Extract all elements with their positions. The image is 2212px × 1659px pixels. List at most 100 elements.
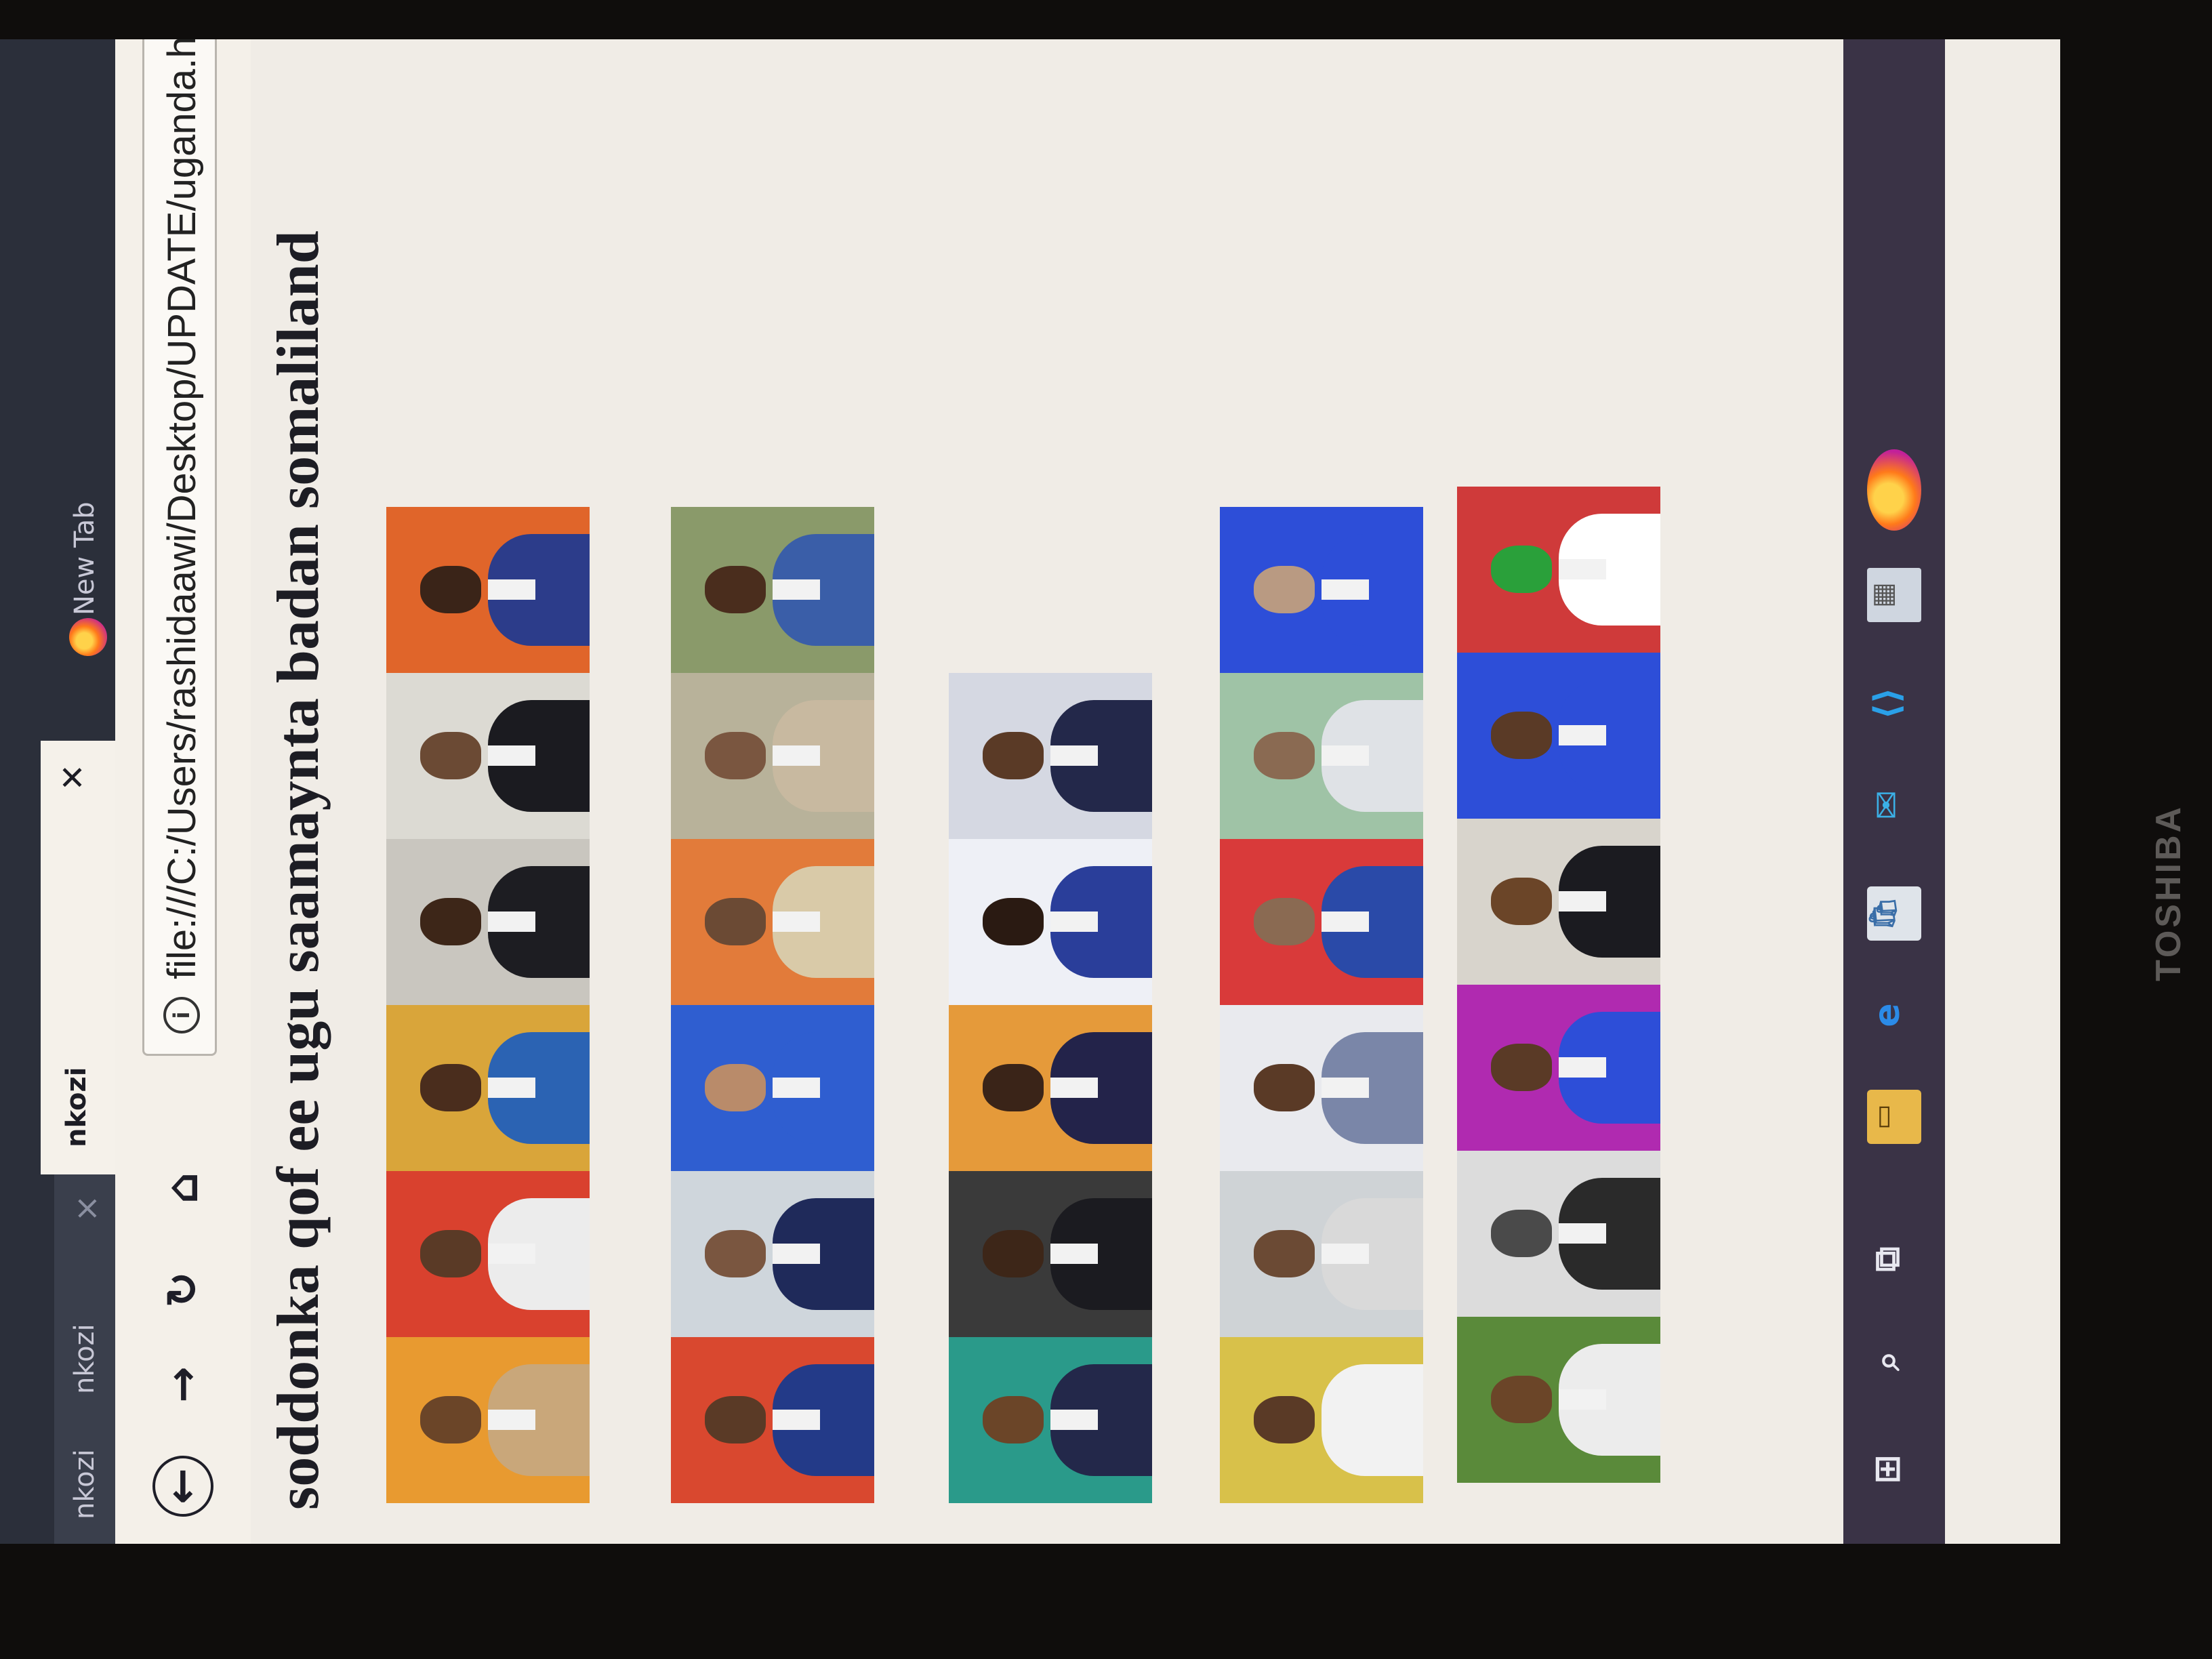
windows-start-icon[interactable]: ⊞ [1867, 1442, 1921, 1496]
portrait-head [420, 1396, 481, 1443]
portrait-photo [949, 1171, 1152, 1337]
portrait-shirt [1050, 745, 1098, 766]
firefox-icon[interactable] [1867, 449, 1921, 531]
portrait-photo [949, 839, 1152, 1005]
portrait-shirt [773, 1410, 820, 1430]
portrait-shirt [488, 1244, 535, 1264]
portrait-photo [386, 1337, 590, 1503]
photo-row [1457, 487, 1660, 1483]
vscode-icon[interactable]: ⟨⟩ [1867, 676, 1921, 731]
portrait-photo [386, 839, 590, 1005]
portrait-shirt [773, 1078, 820, 1098]
search-icon[interactable]: ⌕ [1867, 1334, 1921, 1388]
task-view-icon[interactable]: ⧉ [1867, 1232, 1921, 1286]
portrait-photo [671, 1171, 874, 1337]
url-text: file:///C:/Users/rashidaawi/Desktop/UPDA… [160, 39, 204, 979]
tab-label: New Tab [69, 501, 100, 615]
photo-row [671, 507, 874, 1503]
portrait-shirt [1322, 912, 1369, 932]
portrait-head [1491, 878, 1552, 925]
portrait-shirt [1559, 1057, 1606, 1078]
tab-nkozi-active[interactable]: nkozi ✕ [41, 741, 122, 1174]
portrait-photo [671, 507, 874, 673]
close-icon[interactable]: ✕ [54, 764, 92, 791]
portrait-shirt [488, 1078, 535, 1098]
portrait-head [705, 732, 766, 779]
portrait-head [983, 1396, 1044, 1443]
portrait-shirt [488, 579, 535, 600]
tab-nkozi-2[interactable]: nkozi × [54, 1174, 122, 1418]
portrait-shirt [1559, 725, 1606, 745]
portrait-photo [671, 673, 874, 839]
portrait-shirt [1322, 1410, 1369, 1430]
portrait-head [1254, 1396, 1315, 1443]
portrait-photo [1457, 1317, 1660, 1483]
monitor-brand-logo: TOSHIBA [2149, 804, 2188, 981]
back-button[interactable]: ← [152, 1456, 213, 1517]
portrait-photo [1457, 653, 1660, 819]
portrait-head [1491, 546, 1552, 593]
mail-icon[interactable]: ✉ [1867, 778, 1921, 832]
portrait-shirt [773, 579, 820, 600]
portrait-shirt [488, 1410, 535, 1430]
portrait-head [420, 732, 481, 779]
portrait-head [705, 1064, 766, 1111]
portrait-shirt [1559, 559, 1606, 579]
portrait-shirt [1050, 1078, 1098, 1098]
file-explorer-icon[interactable]: ▭ [1867, 1090, 1921, 1144]
portrait-head [983, 1064, 1044, 1111]
app-icon[interactable]: ▦ [1867, 568, 1921, 622]
portrait-shirt [488, 745, 535, 766]
url-bar[interactable]: i file:///C:/Users/rashidaawi/Desktop/UP… [142, 39, 217, 1056]
portrait-shirt [773, 912, 820, 932]
portrait-photo [386, 673, 590, 839]
portrait-shirt [1322, 579, 1369, 600]
portrait-head [705, 898, 766, 945]
tab-nkozi-1[interactable]: nkozi [54, 1418, 122, 1544]
portrait-shirt [1050, 1410, 1098, 1430]
reload-button[interactable]: ↻ [152, 1259, 213, 1320]
portrait-photo [386, 1005, 590, 1171]
portrait-photo [1220, 839, 1423, 1005]
portrait-head [705, 1396, 766, 1443]
close-icon[interactable]: × [68, 1195, 106, 1222]
portrait-photo [1457, 487, 1660, 653]
portrait-head [1254, 1230, 1315, 1277]
portrait-head [1491, 712, 1552, 759]
portrait-photo [386, 507, 590, 673]
portrait-photo [671, 839, 874, 1005]
portrait-shirt [1559, 1389, 1606, 1410]
portrait-head [1491, 1210, 1552, 1257]
photo-row [1220, 507, 1423, 1503]
edge-icon[interactable]: e [1867, 988, 1921, 1042]
screen: nkozi nkozi × nkozi ✕ New Tab ← → ↻ ⌂ i … [0, 39, 2060, 1544]
tab-bar: nkozi nkozi × nkozi ✕ New Tab [0, 39, 122, 1544]
windows-taskbar: ⊞ ⌕ ⧉ ▭ e 🛍 ✉ ⟨⟩ ▦ [1843, 39, 1945, 1544]
portrait-head [1491, 1376, 1552, 1423]
portrait-photo [671, 1337, 874, 1503]
photo-row [386, 507, 590, 1503]
portrait-shirt [1050, 1244, 1098, 1264]
portrait-shirt [1050, 912, 1098, 932]
tab-label: nkozi [61, 1067, 92, 1147]
portrait-photo [1220, 1005, 1423, 1171]
home-button[interactable]: ⌂ [152, 1158, 213, 1218]
portrait-shirt [1322, 1078, 1369, 1098]
portrait-shirt [1559, 891, 1606, 912]
portrait-photo [386, 1171, 590, 1337]
info-icon[interactable]: i [163, 997, 200, 1033]
portrait-photo [671, 1005, 874, 1171]
portrait-shirt [773, 745, 820, 766]
tab-new-tab[interactable]: New Tab [54, 392, 122, 703]
portrait-photo [1457, 1151, 1660, 1317]
navigation-toolbar: ← → ↻ ⌂ i file:///C:/Users/rashidaawi/De… [115, 39, 251, 1544]
store-icon[interactable]: 🛍 [1867, 886, 1921, 941]
portrait-head [1491, 1044, 1552, 1091]
portrait-photo [1220, 1171, 1423, 1337]
portrait-head [420, 898, 481, 945]
portrait-head [983, 732, 1044, 779]
portrait-head [705, 566, 766, 613]
portrait-photo [1220, 507, 1423, 673]
forward-button[interactable]: → [152, 1354, 213, 1415]
portrait-shirt [488, 912, 535, 932]
